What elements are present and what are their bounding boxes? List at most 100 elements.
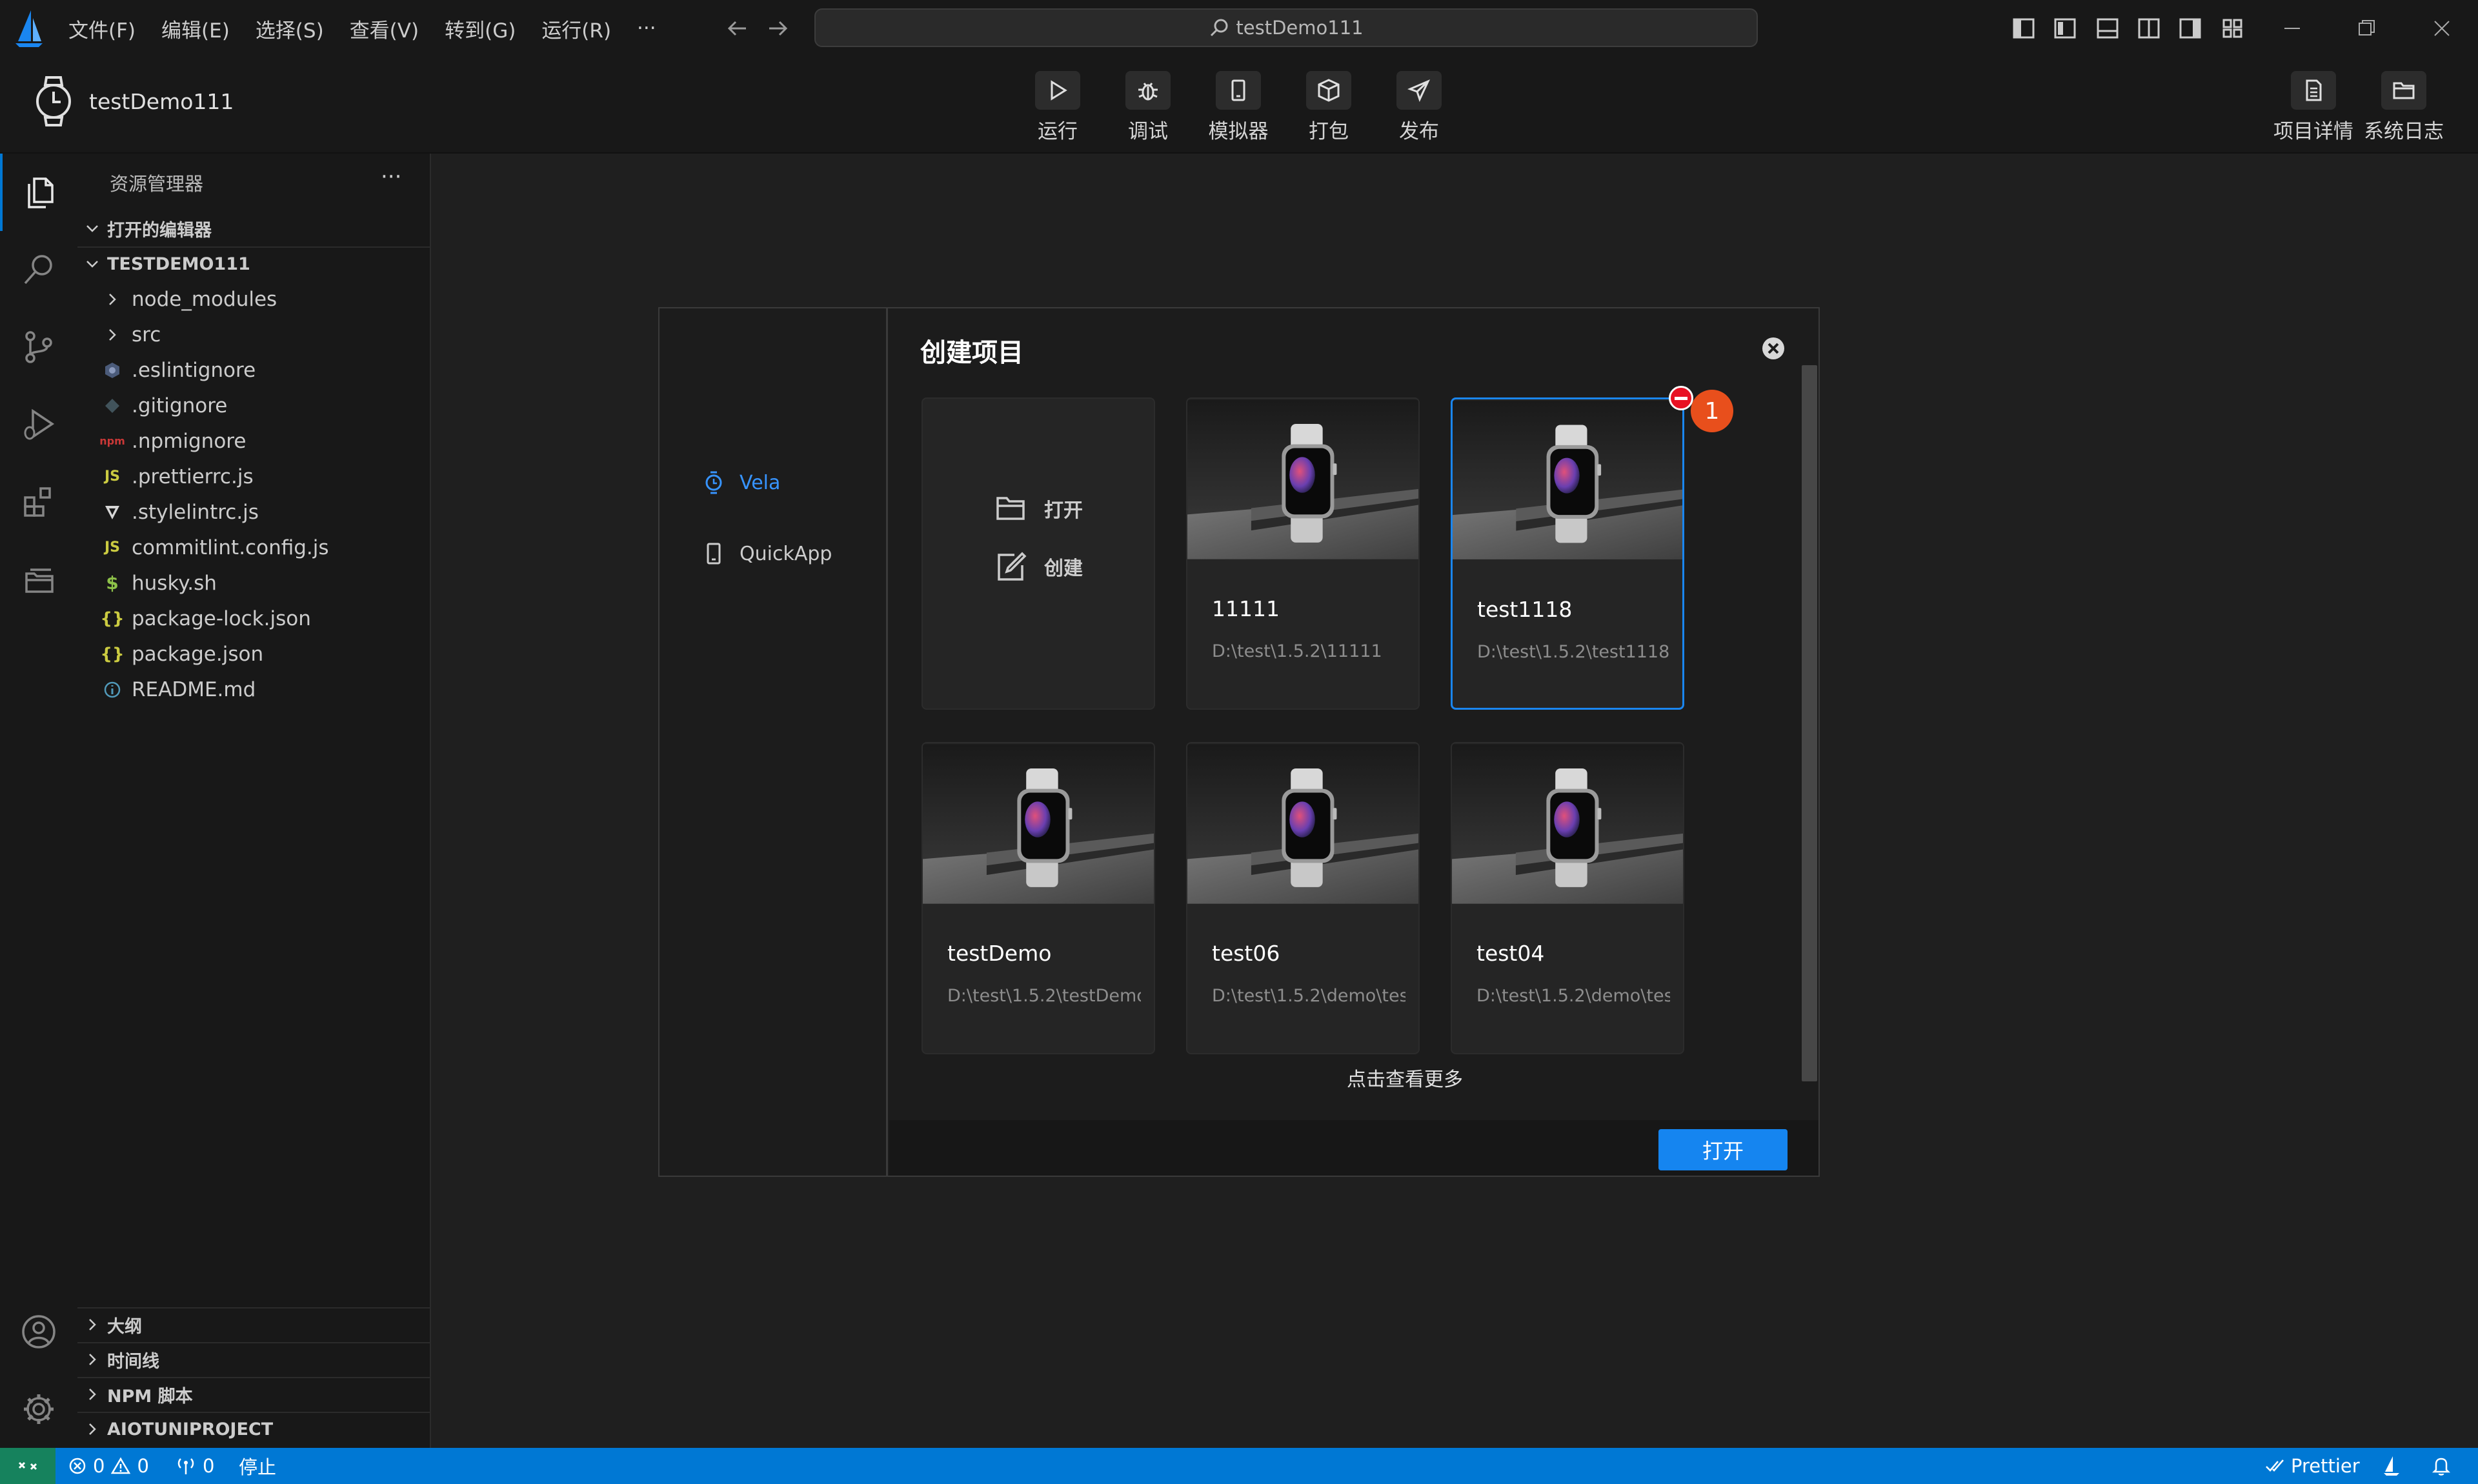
tree-item-label: .npmignore — [132, 429, 247, 453]
menu-view[interactable]: 查看(V) — [350, 14, 419, 43]
settings-activity[interactable] — [0, 1370, 77, 1448]
tree-item-gitignore[interactable]: .gitignore — [77, 388, 431, 423]
folders-icon — [25, 568, 54, 593]
minimize-icon[interactable] — [2278, 14, 2306, 43]
error-icon — [69, 1458, 86, 1474]
toggle-panel-icon[interactable] — [2096, 17, 2119, 40]
npm-scripts-section[interactable]: NPM 脚本 — [77, 1377, 431, 1410]
create-project-action[interactable]: 创建 — [995, 551, 1083, 582]
tree-item-label: .stylelintrc.js — [132, 500, 259, 524]
search-activity[interactable] — [0, 231, 77, 308]
tree-item-npmignore[interactable]: npm .npmignore — [77, 423, 431, 459]
tree-item-label: src — [132, 323, 161, 346]
command-center-search[interactable]: testDemo111 — [814, 8, 1758, 47]
shell-icon: $ — [106, 572, 119, 594]
project-manager-activity[interactable] — [0, 541, 77, 618]
problems-indicator[interactable]: 0 0 — [68, 1448, 149, 1484]
package-icon — [1318, 79, 1340, 102]
project-card-11111[interactable]: 11111 D:\test\1.5.2\11111 — [1186, 397, 1420, 710]
package-button[interactable]: 打包 — [1287, 71, 1371, 148]
system-log-button[interactable]: 系统日志 — [2362, 71, 2446, 148]
tree-item-stylelintrc[interactable]: .stylelintrc.js — [77, 494, 431, 530]
outline-section[interactable]: 大纲 — [77, 1307, 431, 1341]
menu-selection[interactable]: 选择(S) — [256, 14, 324, 43]
remove-project-badge[interactable] — [1669, 386, 1693, 410]
restore-icon[interactable] — [2353, 14, 2381, 43]
open-button[interactable]: 打开 — [1658, 1129, 1788, 1170]
app-logo-icon — [15, 10, 43, 47]
back-arrow-icon[interactable] — [724, 15, 750, 41]
tree-item-package-lock[interactable]: {} package-lock.json — [77, 601, 431, 636]
tree-item-readme[interactable]: README.md — [77, 672, 431, 707]
publish-button[interactable]: 发布 — [1377, 71, 1461, 148]
toggle-secondary-sidebar-icon[interactable] — [2179, 17, 2202, 40]
project-details-button[interactable]: 项目详情 — [2272, 71, 2355, 148]
project-card-test06[interactable]: test06 D:\test\1.5.2\demo\test06 — [1186, 742, 1420, 1054]
notifications-button[interactable] — [2432, 1448, 2451, 1484]
tree-item-eslintignore[interactable]: .eslintignore — [77, 352, 431, 388]
tree-item-package-json[interactable]: {} package.json — [77, 636, 431, 672]
remote-icon — [18, 1461, 37, 1470]
chevron-down-icon — [86, 261, 98, 268]
project-name: 11111 — [1212, 596, 1280, 621]
close-icon[interactable] — [1760, 336, 1786, 361]
extensions-activity[interactable] — [0, 463, 77, 541]
customize-layout-icon[interactable] — [2221, 17, 2244, 40]
timeline-section[interactable]: 时间线 — [77, 1342, 431, 1376]
open-editors-label: 打开的编辑器 — [107, 220, 212, 241]
tree-item-node-modules[interactable]: node_modules — [77, 281, 431, 317]
run-button[interactable]: 运行 — [1016, 71, 1100, 148]
tree-item-label: commitlint.config.js — [132, 536, 329, 559]
menu-file[interactable]: 文件(F) — [68, 14, 136, 43]
accounts-activity[interactable] — [0, 1293, 77, 1370]
run-debug-activity[interactable] — [0, 386, 77, 463]
close-window-icon[interactable] — [2428, 14, 2456, 43]
project-card-testdemo[interactable]: testDemo D:\test\1.5.2\testDemo — [922, 742, 1155, 1054]
tree-item-commitlint[interactable]: JS commitlint.config.js — [77, 530, 431, 565]
open-editors-section[interactable]: 打开的编辑器 — [77, 212, 431, 245]
source-control-activity[interactable] — [0, 308, 77, 386]
gear-icon — [24, 1394, 54, 1424]
project-root-section[interactable]: TESTDEMO111 — [77, 246, 431, 280]
system-log-label: 系统日志 — [2364, 120, 2444, 143]
forward-arrow-icon[interactable] — [765, 15, 791, 41]
tab-quickapp[interactable]: QuickApp — [703, 534, 832, 573]
toggle-primary-sidebar-icon[interactable] — [2012, 17, 2035, 40]
phone-icon — [1231, 79, 1245, 101]
info-icon — [104, 681, 121, 697]
watch-thumbnail — [1187, 744, 1418, 904]
prettier-indicator[interactable]: Prettier — [2265, 1448, 2360, 1484]
see-more-link[interactable]: 点击查看更多 — [1292, 1063, 1518, 1092]
menu-more[interactable]: ··· — [637, 17, 656, 40]
watch-thumbnail — [1187, 399, 1418, 559]
remote-indicator[interactable] — [0, 1448, 55, 1484]
simulator-button[interactable]: 模拟器 — [1196, 71, 1280, 148]
explorer-more-button[interactable]: ··· — [381, 164, 401, 190]
ports-indicator[interactable]: 0 — [176, 1448, 214, 1484]
split-layout-icon[interactable] — [2137, 17, 2161, 40]
menu-go[interactable]: 转到(G) — [445, 14, 516, 43]
stop-button[interactable]: 停止 — [239, 1448, 276, 1484]
dialog-scrollbar[interactable] — [1802, 365, 1817, 1081]
tree-item-husky[interactable]: $ husky.sh — [77, 565, 431, 601]
aiotuniproject-section[interactable]: AIOTUNIPROJECT — [77, 1412, 431, 1445]
stylelint-icon — [105, 505, 119, 519]
explorer-activity[interactable] — [0, 154, 77, 231]
app-status-indicator[interactable] — [2382, 1448, 2401, 1484]
open-project-action[interactable]: 打开 — [995, 494, 1083, 523]
watch-thumbnail — [1452, 744, 1683, 904]
tree-item-src[interactable]: src — [77, 317, 431, 352]
debug-button[interactable]: 调试 — [1106, 71, 1190, 148]
run-debug-icon — [24, 408, 55, 440]
platform-tabs: Vela QuickApp — [660, 308, 888, 1176]
tree-item-prettierrc[interactable]: JS .prettierrc.js — [77, 459, 431, 494]
tab-vela[interactable]: Vela — [703, 463, 780, 502]
project-card-test04[interactable]: test04 D:\test\1.5.2\demo\test04 — [1451, 742, 1684, 1054]
folder-icon — [2393, 82, 2415, 99]
menu-edit[interactable]: 编辑(E) — [161, 14, 230, 43]
layout-left-icon[interactable] — [2053, 17, 2077, 40]
create-action-label: 创建 — [1044, 557, 1083, 580]
tree-item-label: package-lock.json — [132, 607, 311, 630]
project-card-test1118[interactable]: test1118 D:\test\1.5.2\test1118 — [1451, 397, 1684, 710]
menu-run[interactable]: 运行(R) — [541, 14, 611, 43]
